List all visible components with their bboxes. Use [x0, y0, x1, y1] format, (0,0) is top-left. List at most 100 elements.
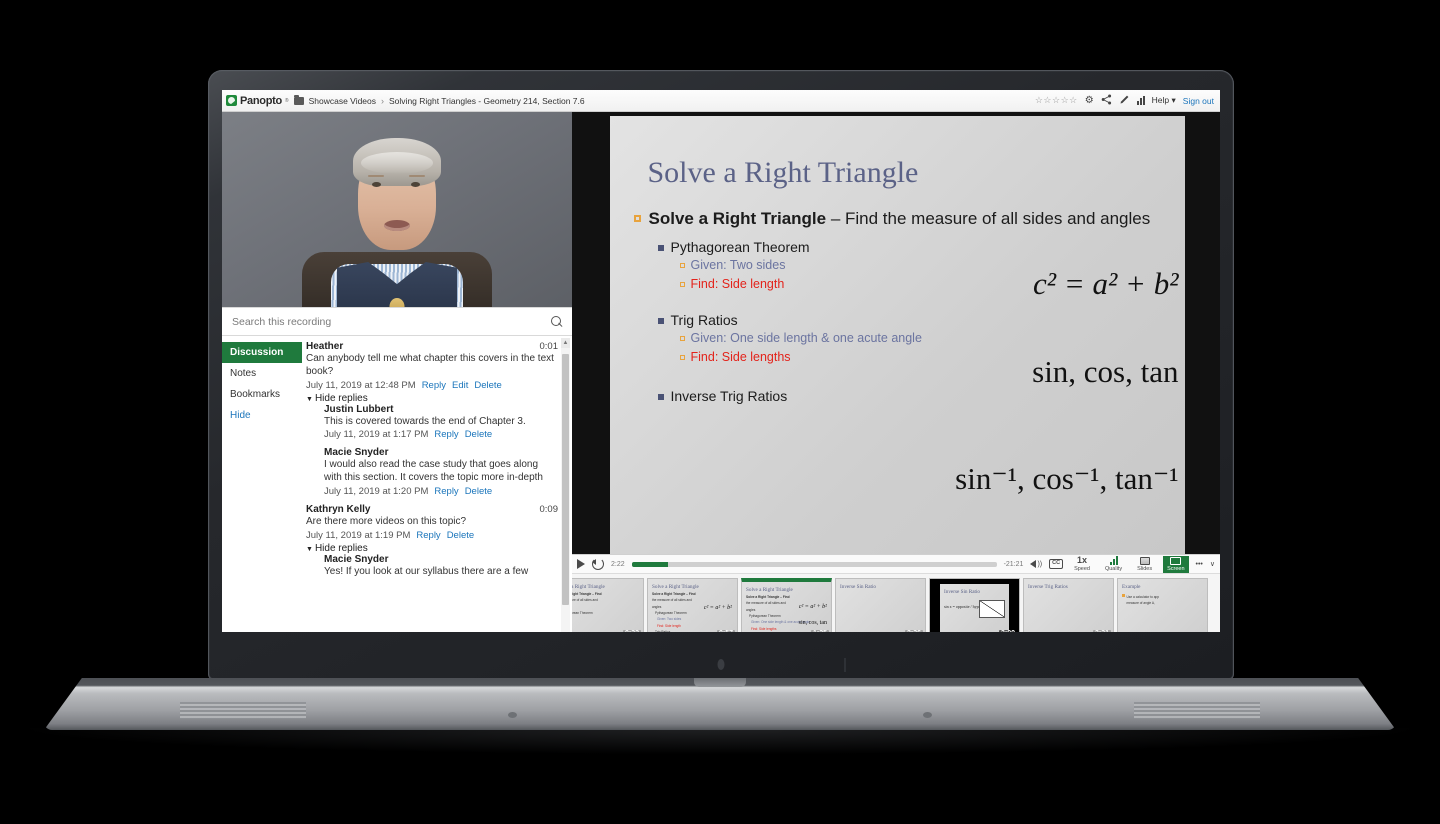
slide-main-rest: – Find the measure of all sides and angl…	[826, 209, 1151, 228]
formula-inverse-trig: sin⁻¹, cos⁻¹, tan⁻¹	[955, 461, 1179, 496]
help-menu[interactable]: Help ▾	[1152, 95, 1176, 106]
comment-timecode[interactable]: 0:01	[540, 341, 559, 352]
slide-section-label: Trig Ratios	[670, 312, 738, 329]
chevron-down-icon: ▼	[306, 545, 313, 553]
thumbnail-item[interactable]: Example Use a calculator to app measure …	[1117, 578, 1208, 632]
reply-link[interactable]: Reply	[434, 429, 458, 440]
thumbnail-title: Inverse Trig Ratios	[1028, 584, 1068, 590]
thumbnail-timestamp: 0:57	[716, 630, 735, 632]
thumbnail-bullet-row: Use a calculator to app measure of angle…	[1122, 593, 1203, 606]
toggle-replies[interactable]: ▼ Hide replies	[306, 393, 558, 404]
reply-link[interactable]: Reply	[422, 380, 446, 391]
thumbnail-title: Solve a Right Triangle	[572, 584, 605, 590]
thumbnail-item[interactable]: Inverse Trig Ratios 3:31	[1023, 578, 1114, 632]
play-button[interactable]	[577, 559, 585, 569]
reply-text: This is covered towards the end of Chapt…	[324, 415, 526, 427]
tab-notes[interactable]: Notes	[222, 363, 302, 384]
comment-text: Can anybody tell me what chapter this co…	[306, 353, 554, 377]
speed-label: Speed	[1074, 566, 1090, 572]
base-foot-right	[923, 712, 932, 718]
comment-meta: July 11, 2019 at 12:48 PM Reply Edit Del…	[306, 380, 558, 391]
thumbnail-title: Example	[1122, 584, 1141, 590]
app-body: Discussion Notes Bookmarks Hide Heather …	[222, 112, 1220, 632]
reply-link[interactable]: Reply	[416, 530, 440, 541]
slides-icon	[1139, 556, 1150, 565]
speaker-grille-left	[180, 702, 306, 719]
tab-hide[interactable]: Hide	[222, 405, 302, 426]
thumbnail-item[interactable]: Solve a Right Triangle Solve a Right Tri…	[647, 578, 738, 632]
scrollbar-thumb[interactable]	[562, 354, 569, 606]
progress-bar[interactable]	[631, 561, 997, 567]
breadcrumb-folder[interactable]: Showcase Videos	[309, 96, 376, 106]
more-options-icon[interactable]: •••	[1196, 561, 1203, 568]
comment-reply: Justin Lubbert This is covered towards t…	[324, 404, 558, 441]
reply-author: Macie Snyder	[324, 447, 389, 459]
thumbnail-bold-line: Solve a Right Triangle – Find	[572, 592, 602, 596]
presenter-brow-left	[368, 175, 384, 177]
reply-meta: July 11, 2019 at 1:17 PM Reply Delete	[324, 429, 558, 440]
discussion-scrollbar[interactable]	[561, 340, 570, 632]
edit-link[interactable]: Edit	[452, 380, 468, 391]
lid-chin	[208, 650, 1234, 680]
slide-main-bullet: Solve a Right Triangle – Find the measur…	[633, 208, 1169, 230]
bullet-square-small-icon	[679, 263, 685, 269]
comment-reply: Macie Snyder Yes! If you look at our syl…	[324, 554, 558, 579]
panopto-logo[interactable]: Panopto ®	[226, 95, 289, 107]
comment-thread: Kathryn Kelly 0:09 Are there more videos…	[306, 504, 558, 579]
share-icon[interactable]	[1101, 94, 1112, 108]
edit-pencil-icon[interactable]	[1119, 94, 1130, 108]
rewind-icon[interactable]	[592, 558, 604, 570]
bullet-square-small-icon	[679, 354, 685, 360]
thumbnail-line: measure of angle A,	[1126, 601, 1155, 606]
current-time: 2:22	[611, 560, 625, 568]
laptop-scene: Panopto ® Showcase Videos › Solving Righ…	[0, 0, 1440, 824]
sign-out-link[interactable]: Sign out	[1183, 96, 1214, 106]
thumbnail-item[interactable]: Solve a Right Triangle Solve a Right Tri…	[572, 578, 644, 632]
laptop-lid: Panopto ® Showcase Videos › Solving Righ…	[208, 70, 1234, 680]
search-icon[interactable]	[551, 316, 562, 327]
search-bar	[222, 307, 572, 336]
collapse-chevron-icon[interactable]: ∨	[1210, 560, 1215, 568]
webcam-video[interactable]	[222, 112, 572, 307]
thumbnail-inner: Inverse Sin Ratio sin x = opposite / hyp…	[940, 584, 1009, 632]
presentation-slide: Solve a Right Triangle Solve a Right Tri…	[609, 116, 1185, 554]
slides-button[interactable]: Slides	[1133, 556, 1156, 573]
screen-button[interactable]: Screen	[1163, 555, 1189, 573]
slide-section-label: Inverse Trig Ratios	[670, 387, 788, 404]
delete-link[interactable]: Delete	[465, 429, 492, 440]
panel-wrapper: Discussion Notes Bookmarks Hide Heather …	[222, 336, 572, 632]
volume-icon[interactable]: ))	[1030, 560, 1042, 568]
delete-link[interactable]: Delete	[474, 380, 501, 391]
discussion-list[interactable]: Heather 0:01 Can anybody tell me what ch…	[302, 336, 572, 632]
quality-button[interactable]: Quality	[1101, 555, 1126, 573]
captions-button[interactable]: CC	[1049, 559, 1064, 569]
slide-stage[interactable]: Solve a Right Triangle Solve a Right Tri…	[572, 112, 1220, 554]
player-control-bar: 2:22 -21:21 )) CC 1x Speed Quality Slide…	[572, 554, 1220, 573]
stats-bar-chart-icon[interactable]	[1136, 96, 1145, 105]
laptop-base-notch	[694, 678, 746, 687]
reply-date: July 11, 2019 at 1:20 PM	[324, 485, 429, 497]
thumbnail-bold-line: Solve a Right Triangle – Find	[652, 592, 696, 596]
thumbnail-item[interactable]: Inverse Sin Ratio sin x = opposite / hyp…	[929, 578, 1020, 632]
slide-main-text: Solve a Right Triangle – Find the measur…	[649, 208, 1151, 230]
bullet-square-filled-icon	[657, 393, 664, 400]
panopto-logo-trademark: ®	[284, 97, 289, 104]
thumbnail-strip[interactable]: Solve a Right Triangle Solve a Right Tri…	[572, 573, 1220, 632]
speed-button[interactable]: 1x Speed	[1070, 555, 1094, 573]
gear-icon[interactable]: ⚙	[1085, 95, 1094, 106]
delete-link[interactable]: Delete	[447, 530, 474, 541]
scroll-up-arrow-icon[interactable]: ▲	[561, 338, 570, 348]
thumbnail-item[interactable]: Inverse Sin Ratio 2:36	[835, 578, 926, 632]
thumbnail-item-current[interactable]: Solve a Right Triangle Solve a Right Tri…	[741, 578, 832, 632]
search-input[interactable]	[232, 315, 545, 328]
toggle-replies[interactable]: ▼ Hide replies	[306, 543, 558, 554]
comment-date: July 11, 2019 at 12:48 PM	[306, 379, 416, 391]
comment-timecode[interactable]: 0:09	[540, 504, 559, 515]
tab-bookmarks[interactable]: Bookmarks	[222, 384, 302, 405]
tab-discussion[interactable]: Discussion	[222, 342, 302, 363]
quality-icon	[1109, 556, 1118, 565]
reply-link[interactable]: Reply	[434, 486, 458, 497]
delete-link[interactable]: Delete	[465, 486, 492, 497]
comment-header: Kathryn Kelly 0:09	[306, 504, 558, 515]
rating-stars[interactable]: ☆☆☆☆☆	[1035, 95, 1078, 106]
